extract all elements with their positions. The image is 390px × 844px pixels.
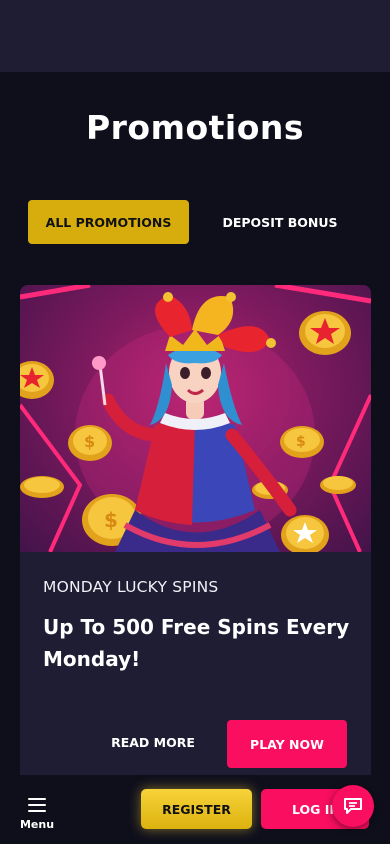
svg-text:$: $: [84, 432, 95, 451]
tab-deposit-bonus[interactable]: DEPOSIT BONUS: [200, 200, 360, 244]
hamburger-icon: [28, 798, 46, 816]
svg-text:$: $: [104, 508, 118, 532]
promotion-title: Up To 500 Free Spins Every Monday!: [43, 615, 350, 671]
chat-button[interactable]: [332, 785, 374, 827]
tab-all-promotions[interactable]: ALL PROMOTIONS: [28, 200, 189, 244]
jester-coins-illustration: $ $ $: [20, 285, 371, 552]
menu-label: Menu: [19, 818, 55, 831]
top-header: [0, 0, 390, 72]
read-more-button[interactable]: READ MORE: [108, 720, 198, 764]
promotion-image[interactable]: $ $ $: [20, 285, 371, 552]
page-title: Promotions: [85, 108, 305, 147]
promotion-card: $ $ $ MONDAY LUCKY SPINS Up To 500 Free …: [20, 285, 371, 775]
promotion-category: MONDAY LUCKY SPINS: [43, 578, 219, 596]
svg-text:$: $: [296, 434, 306, 450]
register-button[interactable]: REGISTER: [141, 789, 252, 829]
play-now-button[interactable]: PLAY NOW: [227, 720, 347, 768]
chat-icon: [344, 798, 362, 814]
menu-button[interactable]: Menu: [14, 794, 60, 838]
